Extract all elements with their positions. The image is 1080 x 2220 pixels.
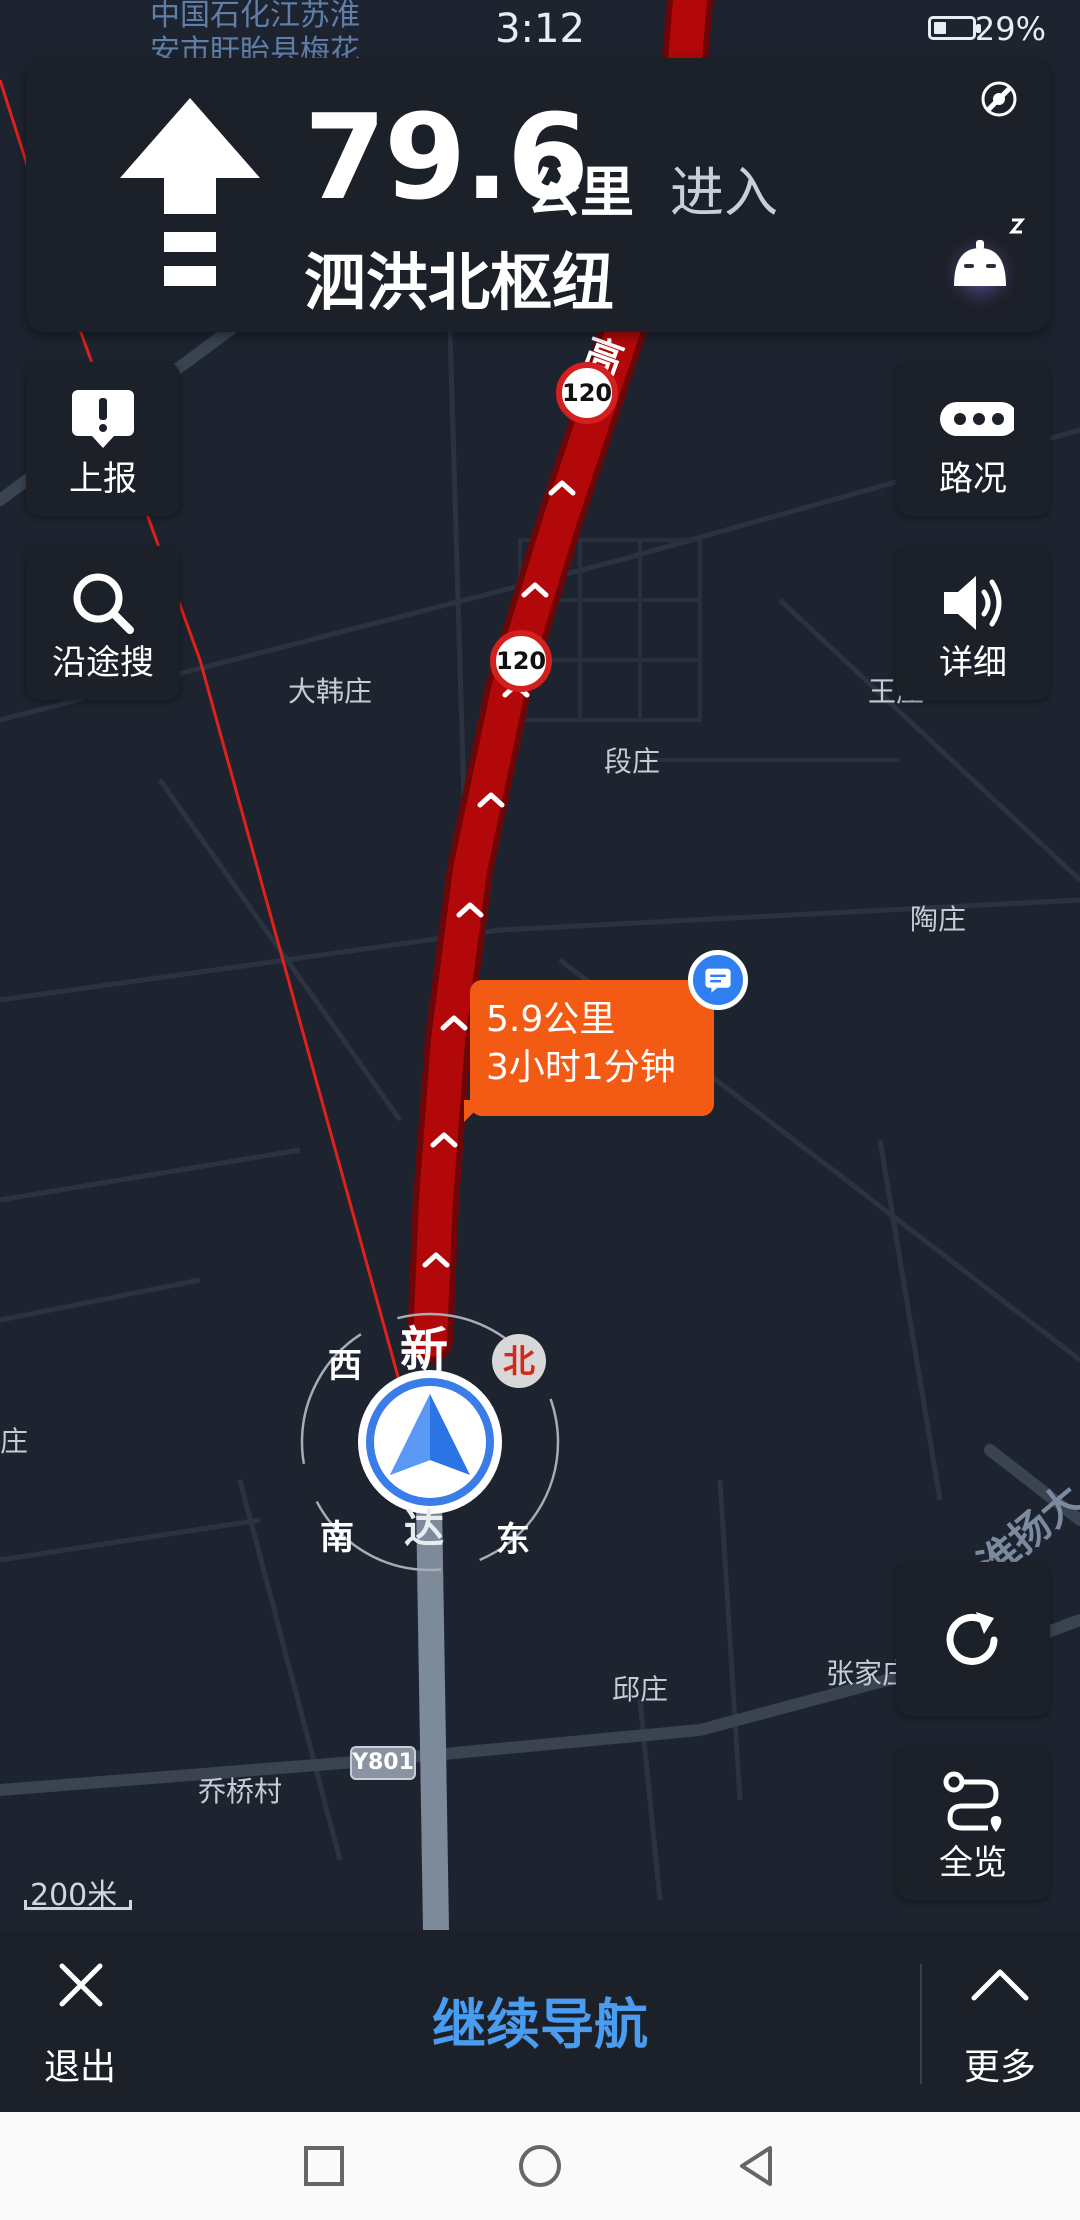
compass-north[interactable]: 北 [492,1334,546,1388]
report-button[interactable]: 上报 [26,362,180,516]
speaker-icon [944,576,1002,630]
refresh-icon [946,1612,998,1665]
remaining-time: 3小时1分钟 [486,1047,676,1088]
compass-south: 南 [320,1518,354,1558]
traffic-button[interactable]: 路况 [896,362,1050,516]
home-icon[interactable] [516,2142,564,2190]
overview-label: 全览 [939,1843,1007,1883]
guidance-panel[interactable]: 79.6 公里 进入 泗洪北枢纽 [26,58,1050,332]
map-label-place: 乔桥村 [198,1775,283,1808]
continue-navigation-button[interactable]: 继续导航 [0,1980,1080,2059]
speed-limit-sign: 120 [490,630,552,692]
overview-button[interactable]: 全览 [896,1746,1050,1900]
traffic-dots-icon [940,402,1014,436]
battery-icon [928,16,981,40]
map-label-road-name: 达 [404,1506,444,1552]
map-label-place: 段庄 [604,745,661,778]
detail-voice-button[interactable]: 详细 [896,546,1050,700]
detail-label: 详细 [939,643,1007,683]
message-marker[interactable] [688,950,748,1010]
status-bar: 3:12 29% [0,0,1080,60]
guidance-unit: 公里 [526,161,634,224]
guidance-road-name: 泗洪北枢纽 [304,246,615,319]
compass-west: 西 [328,1346,362,1386]
recent-apps-icon[interactable] [300,2142,348,2190]
speed-limit-sign: 120 [556,362,618,424]
more-button[interactable]: 更多 [940,1960,1060,2090]
road-code-label: Y801 [350,1746,416,1780]
gps-signal-icon [981,81,1017,117]
search-along-button[interactable]: 沿途搜 [26,546,180,700]
compass-east: 东 [496,1520,530,1560]
chevron-up-icon [971,1969,1029,2001]
map-label-place: 庄 [0,1425,29,1458]
refresh-route-button[interactable] [896,1562,1050,1716]
more-label: 更多 [963,2047,1036,2088]
battery-percent: 29% [974,10,1046,48]
route-overview-icon [943,1771,1002,1832]
back-icon[interactable] [732,2142,780,2190]
traffic-label: 路况 [939,459,1007,499]
bottom-divider [920,1964,922,2084]
search-icon [73,573,134,634]
route-info-bubble[interactable]: 5.9公里 3小时1分钟 [470,980,714,1116]
bottom-nav-bar: 退出 继续导航 更多 [0,1930,1080,2112]
map-label-place: 大韩庄 [288,675,373,708]
map-label-place: 邱庄 [612,1673,669,1706]
straight-arrow-icon [120,98,260,286]
report-alert-icon [72,390,134,448]
map-scale-bar [24,1900,132,1910]
report-label: 上报 [69,459,137,499]
status-time: 3:12 [495,6,585,52]
message-icon [705,968,731,993]
remaining-distance: 5.9公里 [486,999,616,1040]
voice-assistant-icon[interactable] [934,212,1032,310]
guidance-action: 进入 [670,161,778,224]
map-label-road-name: 新 [400,1322,449,1378]
search-along-label: 沿途搜 [52,643,154,683]
map-label-place: 陶庄 [910,903,967,936]
system-navigation-bar [0,2112,1080,2220]
